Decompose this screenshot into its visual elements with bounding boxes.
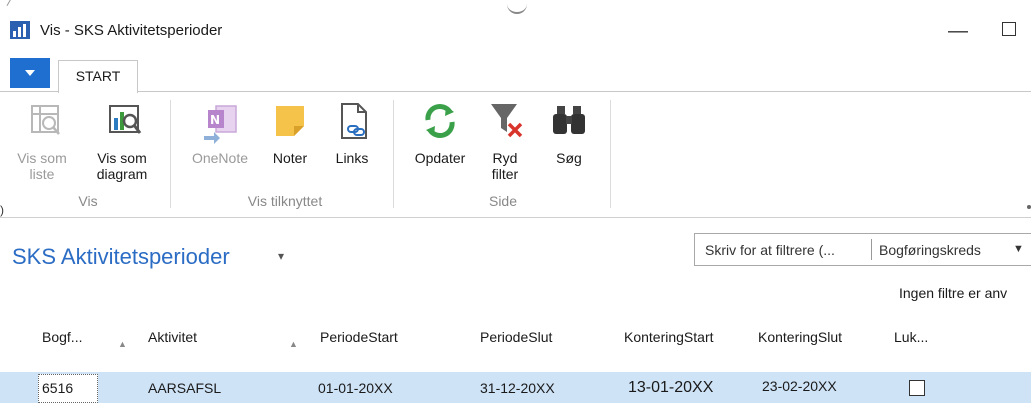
filter-box: Bogføringskreds ▼ (694, 233, 1031, 266)
tab-start[interactable]: START (58, 60, 138, 93)
chevron-down-icon[interactable]: ▼ (1013, 243, 1024, 255)
cell-aktivitet[interactable]: AARSAFSL (148, 380, 221, 396)
view-as-list-label1: Vis som (17, 150, 67, 166)
closed-checkbox[interactable] (909, 380, 925, 396)
refresh-label: Opdater (414, 150, 466, 166)
list-view-icon (31, 105, 60, 135)
ribbon-edge-dot (1027, 205, 1031, 209)
cell-konteringslut[interactable]: 23-02-20XX (762, 378, 837, 394)
link-icon (341, 103, 367, 139)
group-label-vis-tilknyttet: Vis tilknyttet (247, 193, 323, 209)
cell-bogf[interactable]: 6516 (42, 380, 73, 396)
group-divider (393, 100, 394, 208)
notes-button[interactable]: Noter (264, 100, 316, 166)
clear-filter-icon (491, 104, 523, 138)
column-header-konteringstart[interactable]: KonteringStart (624, 329, 714, 345)
view-as-list-label2: liste (29, 166, 55, 182)
filter-search-input[interactable] (695, 234, 871, 265)
maximize-button[interactable] (1002, 22, 1016, 36)
filter-field-select[interactable]: Bogføringskreds (879, 242, 981, 258)
view-as-chart-button[interactable]: Vis som diagram (86, 100, 158, 182)
refresh-icon (425, 104, 455, 138)
cell-periodeslut[interactable]: 31-12-20XX (480, 380, 555, 396)
cell-konteringstart[interactable]: 13-01-20XX (628, 379, 713, 397)
column-header-luk[interactable]: Luk... (894, 329, 928, 345)
filter-divider (871, 239, 872, 260)
column-header-konteringslut[interactable]: KonteringSlut (758, 329, 842, 345)
onenote-label: OneNote (191, 150, 249, 166)
notes-label: Noter (272, 150, 308, 166)
note-icon (276, 106, 304, 136)
links-button[interactable]: Links (326, 100, 378, 166)
column-header-periodeslut[interactable]: PeriodeSlut (480, 329, 552, 345)
clear-filter-label1: Ryd (492, 150, 518, 166)
chart-icon (10, 21, 30, 39)
column-header-bogf[interactable]: Bogf... (42, 329, 82, 345)
window-title: Vis - SKS Aktivitetsperioder (40, 22, 223, 39)
group-label-vis: Vis (78, 193, 98, 209)
sort-asc-icon[interactable]: ▲ (289, 339, 298, 349)
clear-filter-label2: filter (491, 166, 519, 182)
column-header-aktivitet[interactable]: Aktivitet (148, 329, 197, 345)
column-header-periodestart[interactable]: PeriodeStart (320, 329, 398, 345)
filter-status: Ingen filtre er anv (899, 285, 1008, 301)
ribbon-tab-bar (0, 56, 1031, 92)
sort-asc-icon[interactable]: ▲ (118, 339, 127, 349)
links-label: Links (335, 150, 369, 166)
cell-periodestart[interactable]: 01-01-20XX (318, 380, 393, 396)
group-divider (610, 100, 611, 208)
view-as-chart-label2: diagram (96, 166, 148, 182)
group-divider (170, 100, 171, 208)
chart-view-icon (109, 105, 142, 134)
binoculars-icon (553, 106, 585, 134)
view-as-list-button[interactable]: Vis som liste (14, 100, 70, 182)
onenote-icon: N (204, 105, 237, 144)
search-button[interactable]: Søg (544, 100, 594, 166)
group-label-side: Side (488, 193, 518, 209)
page-title[interactable]: SKS Aktivitetsperioder (12, 244, 230, 270)
title-dropdown-icon[interactable]: ▾ (278, 249, 284, 263)
svg-text:N: N (210, 113, 220, 127)
refresh-button[interactable]: Opdater (404, 100, 476, 166)
onenote-button[interactable]: N OneNote (184, 100, 256, 166)
clear-filter-button[interactable]: Ryd filter (482, 100, 528, 182)
file-menu-button[interactable] (10, 58, 50, 88)
view-as-chart-label1: Vis som (97, 150, 147, 166)
ribbon-edge-mark: ) (0, 203, 4, 217)
minimize-button[interactable]: — (940, 18, 976, 44)
search-label: Søg (556, 150, 582, 166)
